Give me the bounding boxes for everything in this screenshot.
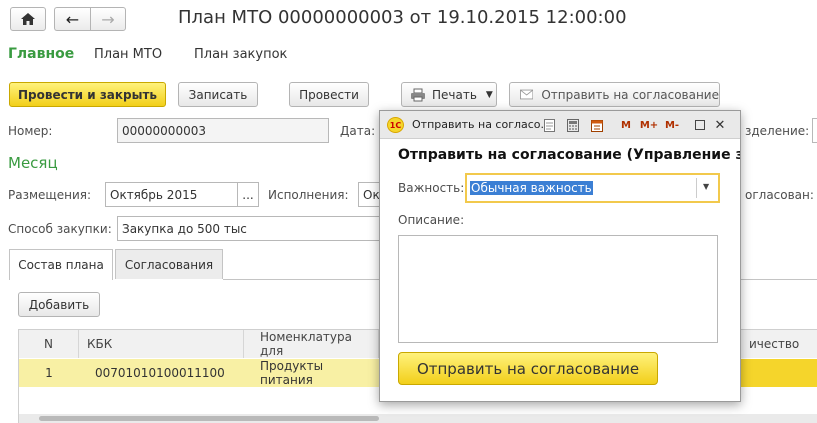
post-and-close-button[interactable]: Провести и закрыть — [9, 82, 166, 107]
purchase-method-label: Способ закупки: — [8, 222, 112, 236]
month-section-title: Месяц — [8, 154, 58, 172]
submit-approval-button[interactable]: Отправить на согласование — [398, 352, 658, 385]
memory-icon[interactable]: M — [620, 118, 632, 132]
add-button[interactable]: Добавить — [18, 292, 100, 317]
nav-tab-mto-plan[interactable]: План МТО — [94, 47, 162, 62]
placement-label: Размещения: — [8, 188, 91, 202]
horizontal-scrollbar[interactable] — [19, 414, 817, 423]
calendar-icon[interactable] — [590, 118, 604, 132]
dropdown-arrow-icon[interactable]: ▼ — [703, 182, 709, 191]
memory-minus-icon[interactable]: M- — [663, 118, 681, 132]
importance-select-value: Обычная важность — [470, 181, 593, 195]
nav-tab-main[interactable]: Главное — [8, 46, 74, 62]
importance-label: Важность: — [398, 181, 465, 195]
column-header-nomenclature[interactable]: Номенклатура для — [244, 330, 379, 358]
dialog-heading: Отправить на согласование (Управление за — [398, 147, 740, 163]
select-divider — [696, 178, 697, 198]
maximize-icon[interactable] — [694, 118, 706, 132]
cell-n: 1 — [45, 366, 53, 380]
nav-tab-purchase-plan[interactable]: План закупок — [194, 47, 287, 62]
arrow-right-icon: → — [101, 9, 115, 29]
column-header-quantity[interactable]: ичество — [741, 330, 817, 358]
purchase-method-field[interactable]: Закупка до 500 тыс — [117, 216, 381, 241]
page-title: План МТО 00000000003 от 19.10.2015 12:00… — [178, 7, 627, 28]
placement-field[interactable]: Октябрь 2015 — [105, 182, 238, 207]
placement-select-button[interactable]: ... — [237, 182, 259, 207]
send-for-approval-button[interactable]: Отправить на согласование — [509, 82, 720, 107]
memory-plus-icon[interactable]: M+ — [640, 118, 658, 132]
agreed-label: огласован: — [745, 188, 814, 202]
send-for-approval-label: Отправить на согласование — [541, 87, 719, 102]
post-button[interactable]: Провести — [289, 82, 369, 107]
execution-label: Исполнения: — [268, 188, 349, 202]
number-label: Номер: — [8, 124, 53, 138]
print-button-label: Печать — [432, 87, 477, 102]
back-button[interactable]: ← — [54, 7, 90, 31]
print-button[interactable]: Печать ▼ — [401, 82, 497, 107]
number-field[interactable]: 00000000003 — [117, 118, 329, 143]
division-label: зделение: — [745, 124, 810, 138]
approval-dialog: 1С Отправить на согласо... M M+ M- ✕ Отп… — [379, 110, 741, 402]
printer-icon — [411, 88, 425, 101]
description-label: Описание: — [398, 213, 465, 227]
cell-nomenclature: Продукты питания — [260, 359, 324, 387]
importance-select[interactable]: Обычная важность ▼ — [465, 173, 720, 203]
scrollbar-thumb[interactable] — [39, 416, 379, 421]
dialog-titlebar[interactable]: 1С Отправить на согласо... M M+ M- ✕ — [380, 111, 740, 139]
tab-approvals[interactable]: Согласования — [115, 249, 223, 279]
caret-down-icon: ▼ — [485, 89, 493, 100]
envelope-icon — [520, 89, 534, 100]
cell-kbk: 00701010100011100 — [95, 366, 225, 380]
copy-link-icon[interactable] — [542, 118, 556, 132]
column-header-kbk[interactable]: КБК — [79, 330, 244, 358]
division-field[interactable] — [812, 118, 817, 143]
tab-plan-composition[interactable]: Состав плана — [9, 249, 113, 280]
description-textarea[interactable] — [398, 235, 718, 343]
home-icon — [21, 13, 35, 25]
save-button[interactable]: Записать — [178, 82, 258, 107]
calculator-icon[interactable] — [566, 118, 580, 132]
column-header-n[interactable]: N — [19, 330, 79, 358]
app-logo-icon: 1С — [387, 117, 404, 133]
table-row-highlight — [741, 359, 817, 387]
home-button[interactable] — [10, 7, 46, 31]
close-icon[interactable]: ✕ — [714, 118, 726, 133]
dialog-title: Отправить на согласо... — [412, 118, 552, 131]
arrow-left-icon: ← — [65, 9, 80, 29]
forward-button[interactable]: → — [90, 7, 126, 31]
date-label: Дата: — [340, 124, 376, 138]
